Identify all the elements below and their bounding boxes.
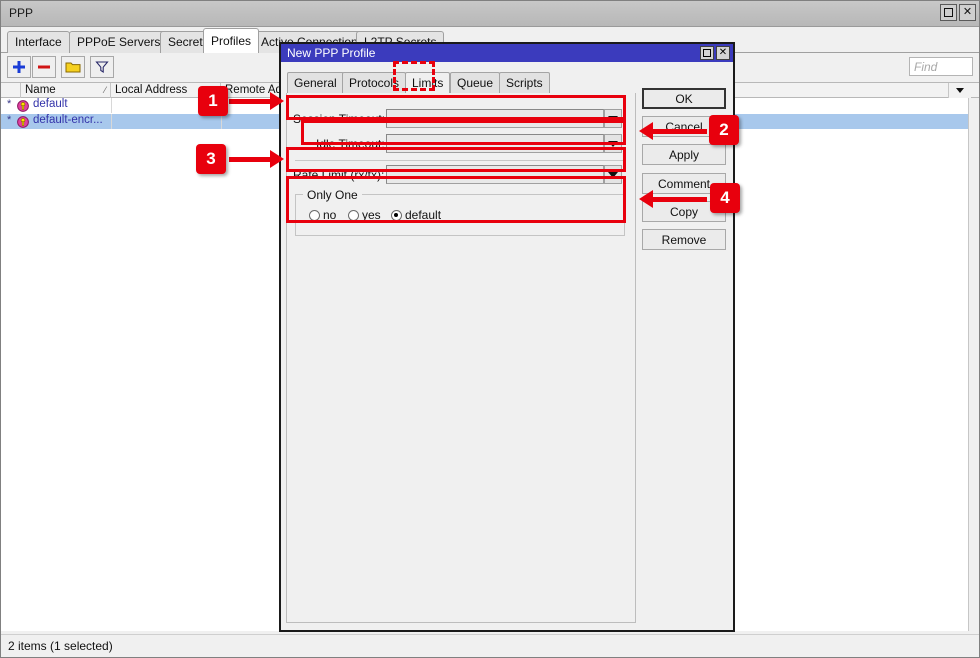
dialog-tab-queue[interactable]: Queue: [450, 72, 500, 93]
radio-icon-selected: [391, 210, 402, 221]
dialog-tab-protocols[interactable]: Protocols: [342, 72, 406, 93]
idle-timeout-dropdown[interactable]: [604, 134, 622, 153]
radio-icon: [309, 210, 320, 221]
row-name: default-encr...: [33, 114, 103, 126]
annotation-badge-2: 2: [709, 115, 739, 145]
maximize-button[interactable]: [940, 4, 957, 21]
apply-button[interactable]: Apply: [642, 144, 726, 165]
close-button[interactable]: ✕: [959, 4, 976, 21]
dialog-title: New PPP Profile: [287, 46, 375, 60]
annotation-arrow-3: [229, 157, 271, 162]
section-divider: [295, 160, 625, 161]
remove-button[interactable]: [32, 56, 56, 78]
cell-divider: [111, 98, 112, 113]
row-flag: *: [7, 114, 11, 126]
dialog-close-button[interactable]: ✕: [716, 46, 730, 60]
dialog-tab-limits[interactable]: Limits: [405, 72, 450, 93]
dialog-controls: ✕: [700, 46, 730, 60]
dialog-titlebar: New PPP Profile ✕: [281, 44, 733, 62]
annotation-badge-1: 1: [198, 86, 228, 116]
column-flag: [1, 83, 21, 98]
column-name-label: Name: [25, 84, 56, 96]
close-icon: ✕: [963, 7, 972, 18]
folder-icon: [65, 60, 81, 74]
enable-button[interactable]: [61, 56, 85, 78]
only-one-radio-no-label: no: [323, 208, 336, 222]
maximize-icon: [944, 8, 953, 17]
window-titlebar: PPP ✕: [1, 1, 980, 27]
dialog-maximize-button[interactable]: [700, 46, 714, 60]
filter-button[interactable]: [90, 56, 114, 78]
plus-icon: [12, 60, 26, 74]
idle-timeout-input[interactable]: [386, 134, 604, 153]
add-button[interactable]: [7, 56, 31, 78]
sort-ascending-icon: ⁄: [104, 85, 106, 95]
chevron-down-icon: [608, 141, 618, 147]
only-one-radio-yes[interactable]: yes: [348, 208, 381, 222]
column-chooser-button[interactable]: [948, 83, 971, 98]
cell-divider: [221, 114, 222, 129]
profile-key-icon: [17, 116, 29, 128]
profile-key-icon: [17, 100, 29, 112]
search-input[interactable]: Find: [909, 57, 973, 76]
rate-limit-dropdown[interactable]: [604, 165, 622, 184]
limits-panel: Session Timeout: Idle Timeout: Rate Limi…: [286, 93, 636, 623]
window-controls: ✕: [940, 4, 976, 21]
only-one-group-title: Only One: [303, 188, 362, 202]
idle-timeout-label: Idle Timeout:: [316, 137, 383, 151]
rate-limit-input[interactable]: [386, 165, 604, 184]
maximize-icon: [703, 49, 711, 57]
session-timeout-input[interactable]: [386, 109, 604, 128]
row-flag: *: [7, 98, 11, 110]
cell-divider: [111, 114, 112, 129]
tab-profiles[interactable]: Profiles: [203, 28, 259, 53]
chevron-down-icon: [608, 172, 618, 178]
status-bar: 2 items (1 selected): [1, 634, 980, 657]
status-text: 2 items (1 selected): [8, 639, 113, 653]
close-icon: ✕: [719, 48, 727, 58]
rate-limit-label: Rate Limit (rx/tx):: [293, 168, 383, 182]
session-timeout-dropdown[interactable]: [604, 109, 622, 128]
annotation-arrow-2: [652, 129, 707, 134]
ppp-window: PPP ✕ Interface PPPoE Servers Secrets Pr…: [0, 0, 980, 658]
minus-icon: [37, 60, 51, 74]
remove-button[interactable]: Remove: [642, 229, 726, 250]
ok-button[interactable]: OK: [642, 88, 726, 109]
only-one-radio-default[interactable]: default: [391, 208, 441, 222]
chevron-down-icon: [956, 88, 964, 93]
dialog-tab-general[interactable]: General: [287, 72, 344, 93]
row-name: default: [33, 98, 68, 110]
annotation-arrow-4: [652, 197, 707, 202]
window-title: PPP: [9, 6, 33, 20]
session-timeout-label: Session Timeout:: [293, 112, 383, 126]
tab-pppoe-servers[interactable]: PPPoE Servers: [69, 31, 168, 53]
only-one-radio-no[interactable]: no: [309, 208, 336, 222]
radio-icon: [348, 210, 359, 221]
search-placeholder: Find: [914, 60, 937, 74]
annotation-arrow-1: [229, 99, 271, 104]
annotation-badge-4: 4: [710, 183, 740, 213]
only-one-radio-yes-label: yes: [362, 208, 381, 222]
column-name[interactable]: Name ⁄: [21, 83, 111, 98]
dialog-body: General Protocols Limits Queue Scripts S…: [281, 62, 733, 630]
chevron-down-icon: [608, 116, 618, 122]
tab-interface[interactable]: Interface: [7, 31, 70, 53]
vertical-scrollbar[interactable]: [968, 98, 979, 631]
filter-icon: [95, 60, 109, 74]
dialog-tab-scripts[interactable]: Scripts: [499, 72, 550, 93]
only-one-radio-default-label: default: [405, 208, 441, 222]
annotation-badge-3: 3: [196, 144, 226, 174]
